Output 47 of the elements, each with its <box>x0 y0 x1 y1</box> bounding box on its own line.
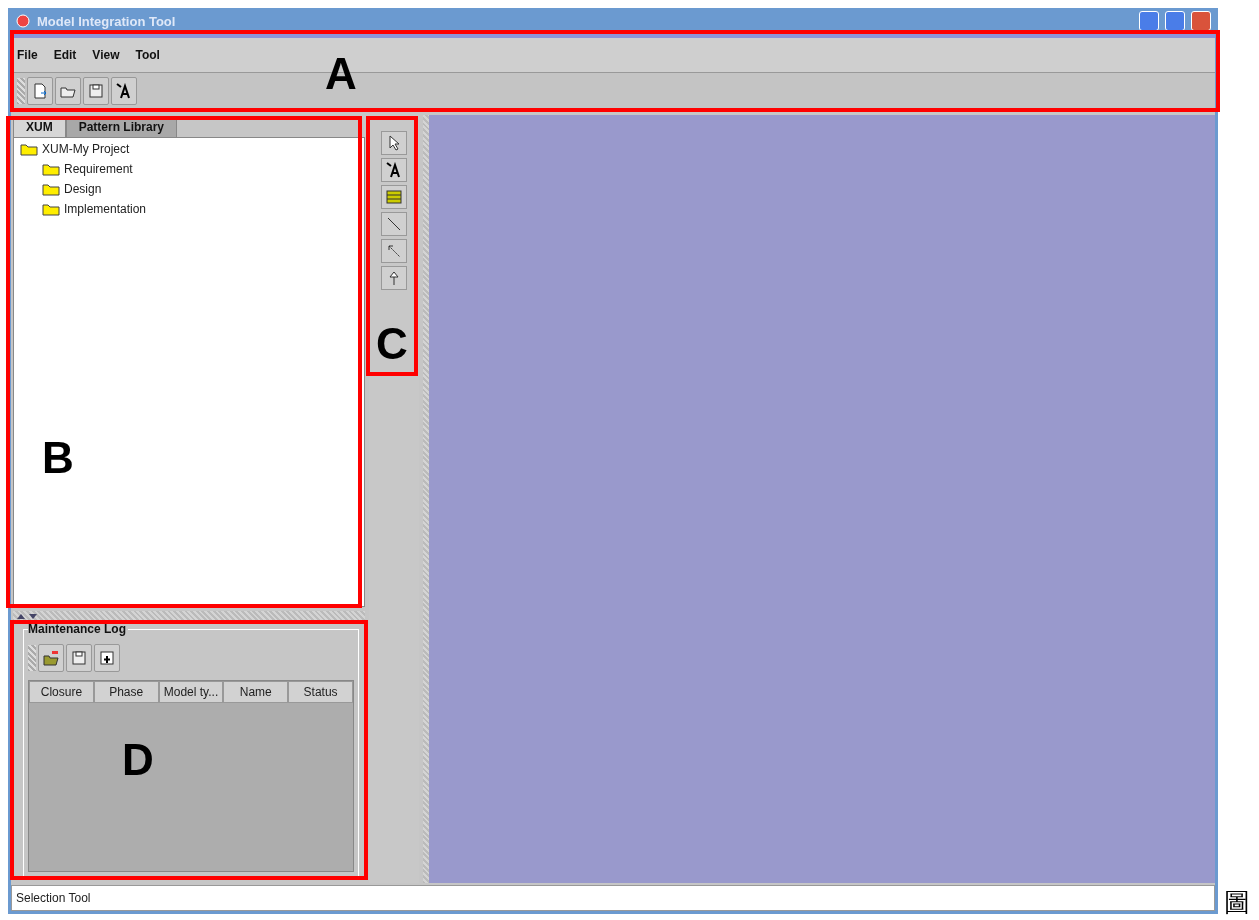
close-button[interactable] <box>1191 11 1211 31</box>
tree-node[interactable]: Implementation <box>64 202 147 216</box>
window-title: Model Integration Tool <box>37 13 176 29</box>
inheritance-arrow-icon <box>386 270 402 286</box>
menu-item[interactable]: File <box>17 48 38 62</box>
tree-node[interactable]: XUM-My Project <box>42 142 130 156</box>
column-header[interactable]: Status <box>288 681 353 703</box>
menu-item[interactable]: View <box>92 48 120 62</box>
column-header[interactable]: Model ty... <box>158 681 224 703</box>
text-tool-icon <box>116 83 132 99</box>
save-icon <box>88 83 104 99</box>
new-file-icon <box>32 83 48 99</box>
folder-icon <box>20 142 38 156</box>
arrow-icon <box>386 243 402 259</box>
caption-text: 圖 <box>1224 889 1250 915</box>
toolbar-button[interactable] <box>111 77 137 105</box>
folder-icon <box>42 202 60 216</box>
folder-icon <box>42 162 60 176</box>
toolbar-button[interactable] <box>94 644 120 672</box>
annotation-label: D <box>122 738 154 782</box>
open-folder-icon <box>43 650 59 666</box>
tree-node[interactable]: Requirement <box>64 162 133 176</box>
palette-button[interactable] <box>381 131 407 155</box>
maximize-button[interactable] <box>1165 11 1185 31</box>
class-box-icon <box>386 189 402 205</box>
column-header[interactable]: Name <box>223 681 289 703</box>
toolbar-grip <box>17 78 25 104</box>
pointer-icon <box>386 135 402 151</box>
annotation-label: C <box>376 322 408 366</box>
app-icon <box>15 13 31 29</box>
column-header[interactable]: Phase <box>93 681 159 703</box>
status-bar: Selection Tool <box>11 885 1215 911</box>
add-icon <box>99 650 115 666</box>
save-icon <box>71 650 87 666</box>
tree-node[interactable]: Design <box>64 182 102 196</box>
text-tool-icon <box>386 162 402 178</box>
folder-icon <box>42 182 60 196</box>
minimize-button[interactable] <box>1139 11 1159 31</box>
menu-item[interactable]: Tool <box>135 48 160 62</box>
menu-item[interactable]: Edit <box>53 48 77 62</box>
split-bar[interactable] <box>13 611 365 621</box>
palette-button[interactable] <box>381 158 407 182</box>
line-icon <box>386 216 402 232</box>
toolbar-grip <box>28 645 36 671</box>
annotation-label: A <box>325 52 357 96</box>
annotation-label: B <box>42 436 74 480</box>
column-header[interactable]: Closure <box>29 681 94 703</box>
